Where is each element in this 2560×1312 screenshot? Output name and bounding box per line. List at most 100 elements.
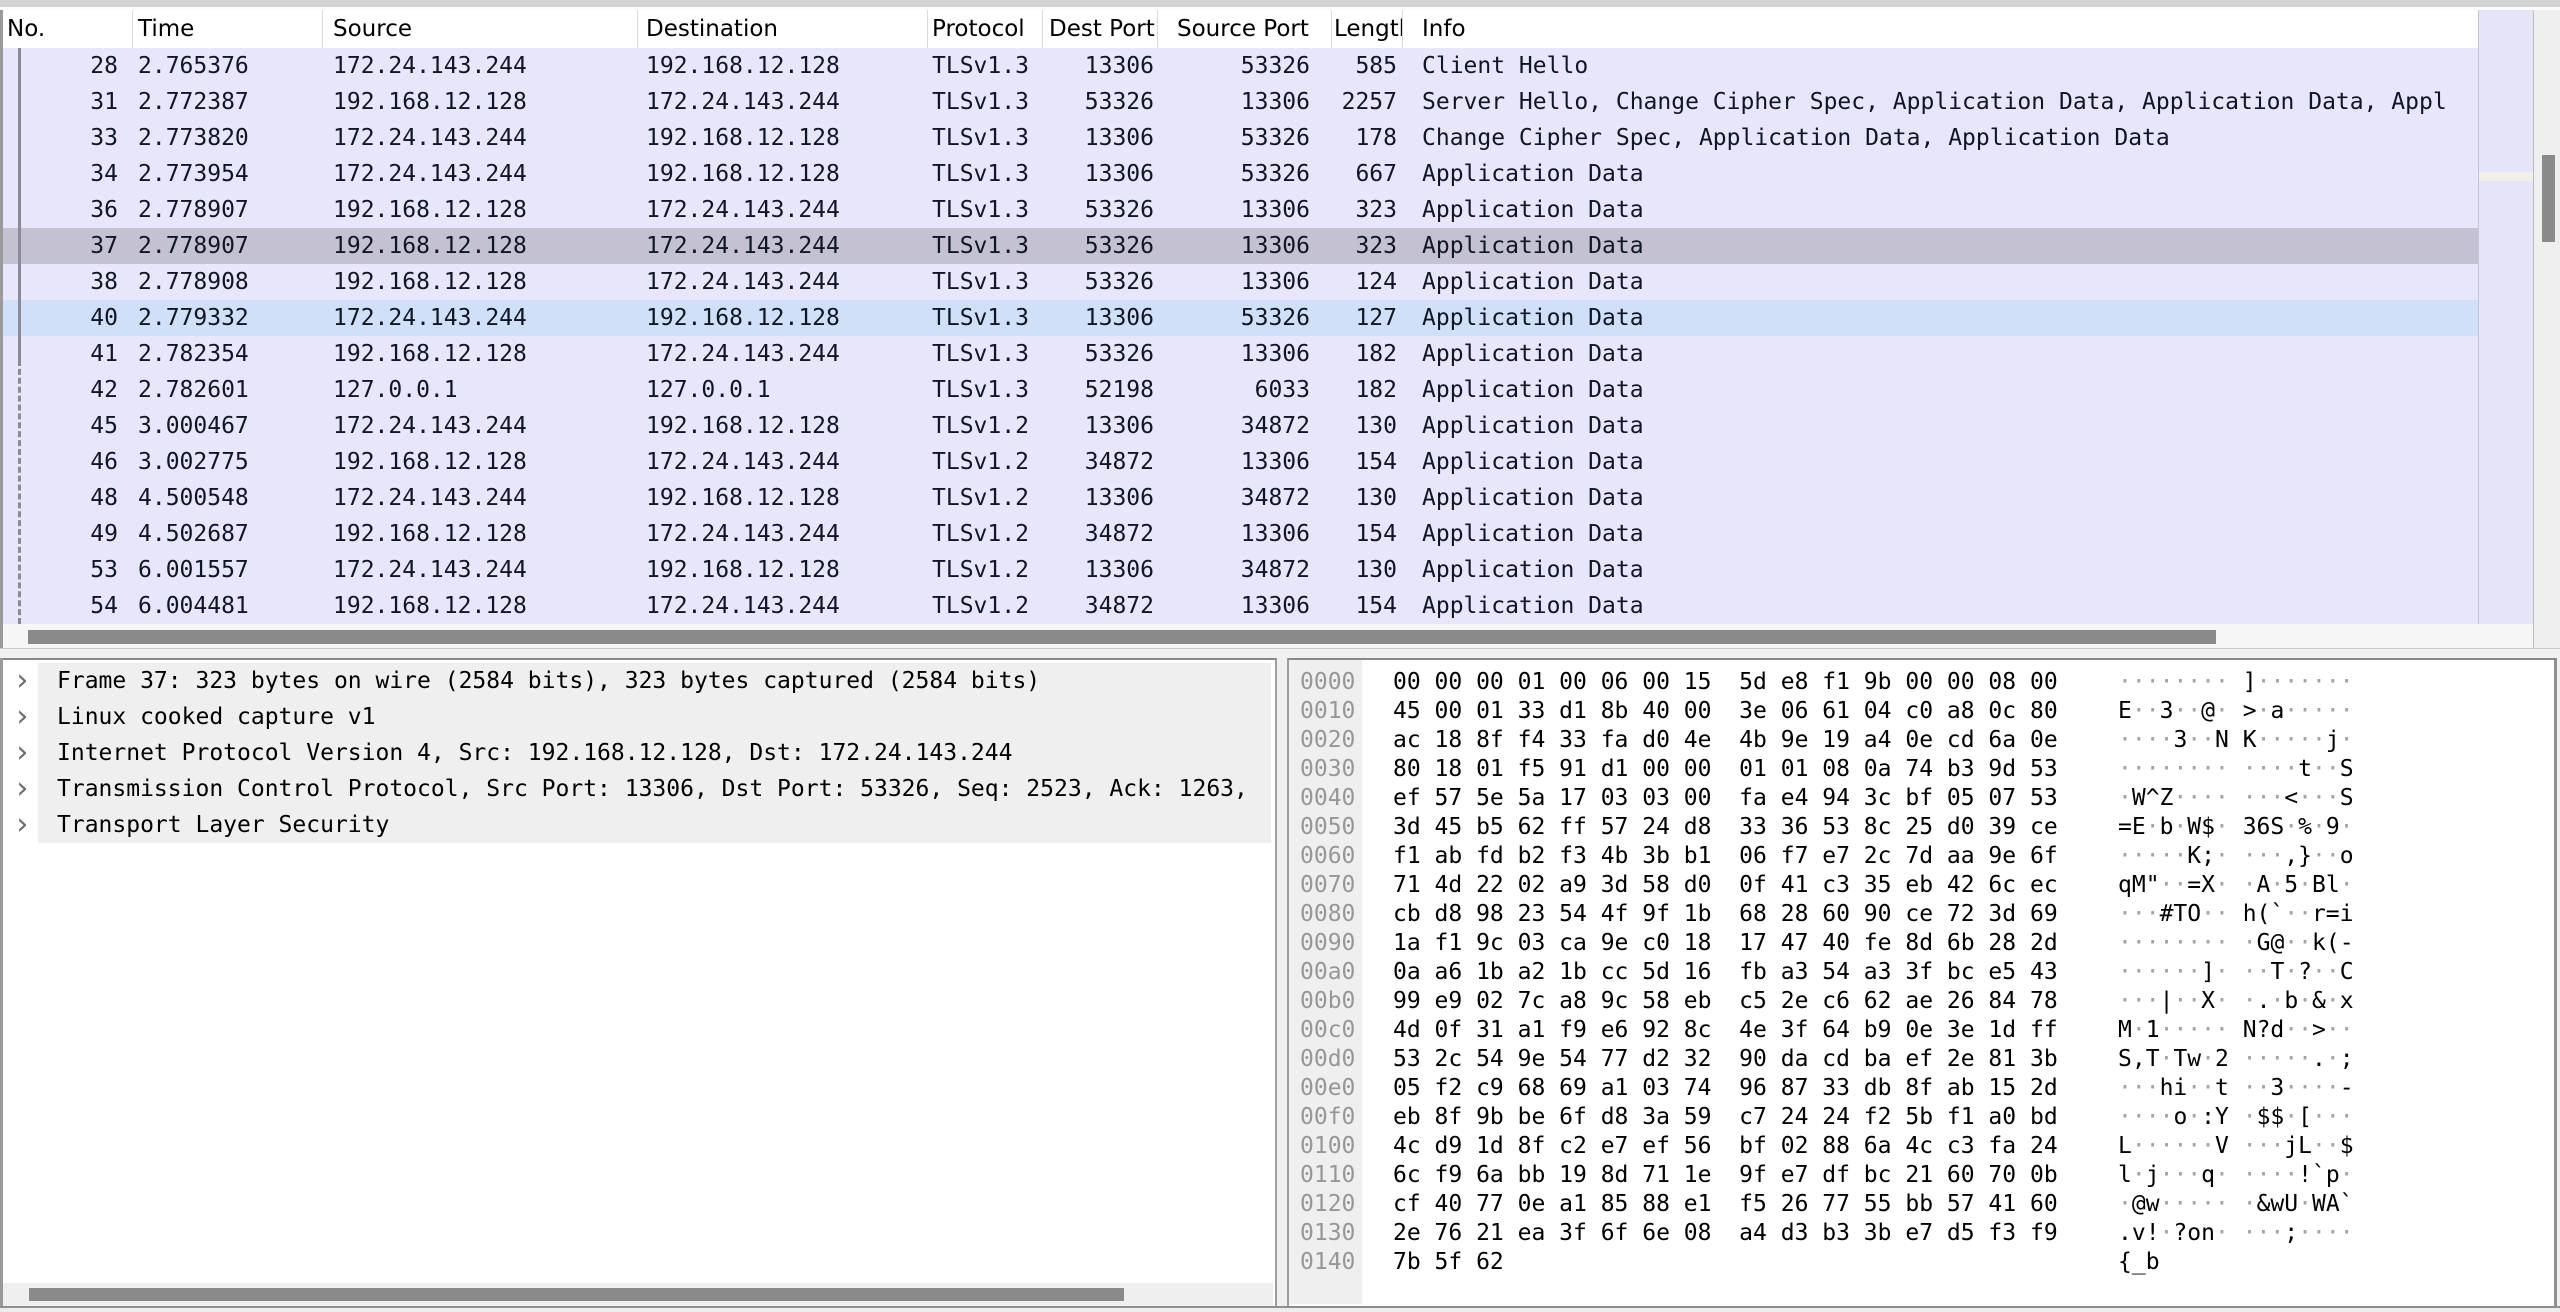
pane-splitter-horizontal[interactable] bbox=[0, 648, 2560, 658]
cell-destination: 172.24.143.244 bbox=[638, 516, 928, 552]
chevron-right-icon[interactable]: › bbox=[3, 699, 38, 735]
hex-dump-row[interactable]: 00c0 4d 0f 31 a1 f9 e6 92 8c 4e 3f 64 b9… bbox=[1289, 1016, 2554, 1045]
details-scrollbar-thumb[interactable] bbox=[29, 1288, 1124, 1301]
cell-dest-port: 13306 bbox=[1043, 120, 1158, 156]
cell-time: 2.782601 bbox=[133, 372, 323, 408]
cell-length: 323 bbox=[1332, 192, 1403, 228]
packet-row[interactable]: 49 4.502687 192.168.12.128 172.24.143.24… bbox=[3, 516, 2478, 552]
packet-row[interactable]: 37 2.778907 192.168.12.128 172.24.143.24… bbox=[3, 228, 2478, 264]
detail-row-label: Linux cooked capture v1 bbox=[38, 699, 1271, 735]
cell-source: 127.0.0.1 bbox=[323, 372, 638, 408]
detail-tree-row[interactable]: › Linux cooked capture v1 bbox=[3, 699, 1275, 735]
packet-row[interactable]: 34 2.773954 172.24.143.244 192.168.12.12… bbox=[3, 156, 2478, 192]
column-header-protocol[interactable]: Protocol bbox=[928, 10, 1043, 48]
packet-list-horizontal-scrollbar[interactable] bbox=[3, 624, 2533, 648]
detail-tree-row[interactable]: › Internet Protocol Version 4, Src: 192.… bbox=[3, 735, 1275, 771]
hex-dump-row[interactable]: 0120 cf 40 77 0e a1 85 88 e1 f5 26 77 55… bbox=[1289, 1190, 2554, 1219]
cell-source-port: 53326 bbox=[1158, 48, 1332, 84]
hex-dump-row[interactable]: 0130 2e 76 21 ea 3f 6f 6e 08 a4 d3 b3 3b… bbox=[1289, 1219, 2554, 1248]
hex-dump-row[interactable]: 0020 ac 18 8f f4 33 fa d0 4e 4b 9e 19 a4… bbox=[1289, 726, 2554, 755]
packet-row[interactable]: 42 2.782601 127.0.0.1 127.0.0.1 TLSv1.3 … bbox=[3, 372, 2478, 408]
cell-time: 2.778907 bbox=[133, 192, 323, 228]
hex-bytes: 4c d9 1d 8f c2 e7 ef 56 bf 02 88 6a 4c c… bbox=[1393, 1132, 2058, 1161]
hex-dump-row[interactable]: 0110 6c f9 6a bb 19 8d 71 1e 9f e7 df bc… bbox=[1289, 1161, 2554, 1190]
packet-row[interactable]: 38 2.778908 192.168.12.128 172.24.143.24… bbox=[3, 264, 2478, 300]
hex-dump-row[interactable]: 00d0 53 2c 54 9e 54 77 d2 32 90 da cd ba… bbox=[1289, 1045, 2554, 1074]
hex-dump-row[interactable]: 0000 00 00 00 01 00 06 00 15 5d e8 f1 9b… bbox=[1289, 668, 2554, 697]
column-header-no[interactable]: No. bbox=[3, 10, 133, 48]
chevron-right-icon[interactable]: › bbox=[3, 663, 38, 699]
hex-dump-row[interactable]: 0100 4c d9 1d 8f c2 e7 ef 56 bf 02 88 6a… bbox=[1289, 1132, 2554, 1161]
intelligent-scrollbar-minimap[interactable] bbox=[2478, 10, 2533, 624]
packet-row[interactable]: 40 2.779332 172.24.143.244 192.168.12.12… bbox=[3, 300, 2478, 336]
pane-splitter-vertical[interactable] bbox=[1277, 658, 1287, 1306]
packet-row[interactable]: 33 2.773820 172.24.143.244 192.168.12.12… bbox=[3, 120, 2478, 156]
hex-dump-row[interactable]: 00b0 99 e9 02 7c a8 9c 58 eb c5 2e c6 62… bbox=[1289, 987, 2554, 1016]
vertical-scrollbar-thumb[interactable] bbox=[2542, 155, 2555, 242]
hex-dump-row[interactable]: 00e0 05 f2 c9 68 69 a1 03 74 96 87 33 db… bbox=[1289, 1074, 2554, 1103]
column-header-destination[interactable]: Destination bbox=[638, 10, 928, 48]
hex-dump-row[interactable]: 0030 80 18 01 f5 91 d1 00 00 01 01 08 0a… bbox=[1289, 755, 2554, 784]
detail-tree-row[interactable]: › Transport Layer Security bbox=[3, 807, 1275, 843]
detail-tree-row[interactable]: › Frame 37: 323 bytes on wire (2584 bits… bbox=[3, 663, 1275, 699]
column-header-source[interactable]: Source bbox=[323, 10, 638, 48]
hex-dump-row[interactable]: 0050 3d 45 b5 62 ff 57 24 d8 33 36 53 8c… bbox=[1289, 813, 2554, 842]
hex-dump-row[interactable]: 0040 ef 57 5e 5a 17 03 03 00 fa e4 94 3c… bbox=[1289, 784, 2554, 813]
hex-dump-row[interactable]: 0080 cb d8 98 23 54 4f 9f 1b 68 28 60 90… bbox=[1289, 900, 2554, 929]
hex-dump-row[interactable]: 0070 71 4d 22 02 a9 3d 58 d0 0f 41 c3 35… bbox=[1289, 871, 2554, 900]
cell-time: 4.500548 bbox=[133, 480, 323, 516]
hex-offset: 0110 bbox=[1289, 1161, 1362, 1190]
cell-length: 154 bbox=[1332, 516, 1403, 552]
cell-no: 28 bbox=[3, 48, 133, 84]
cell-destination: 192.168.12.128 bbox=[638, 408, 928, 444]
column-header-info[interactable]: Info bbox=[1403, 10, 2478, 48]
hex-dump-row[interactable]: 0140 7b 5f 62 {_b bbox=[1289, 1248, 2554, 1277]
packet-list-vertical-scrollbar[interactable] bbox=[2533, 10, 2560, 648]
cell-protocol: TLSv1.3 bbox=[928, 84, 1043, 120]
hex-bytes: 71 4d 22 02 a9 3d 58 d0 0f 41 c3 35 eb 4… bbox=[1393, 871, 2058, 900]
hex-ascii: L······V ···jL··$ bbox=[2118, 1132, 2354, 1161]
packet-row[interactable]: 36 2.778907 192.168.12.128 172.24.143.24… bbox=[3, 192, 2478, 228]
hex-bytes: 3d 45 b5 62 ff 57 24 d8 33 36 53 8c 25 d… bbox=[1393, 813, 2058, 842]
column-header-time[interactable]: Time bbox=[133, 10, 323, 48]
column-header-length[interactable]: Length bbox=[1332, 10, 1403, 48]
hex-ascii: ········ ····t··S bbox=[2118, 755, 2354, 784]
hex-dump-row[interactable]: 0090 1a f1 9c 03 ca 9e c0 18 17 47 40 fe… bbox=[1289, 929, 2554, 958]
packet-row[interactable]: 31 2.772387 192.168.12.128 172.24.143.24… bbox=[3, 84, 2478, 120]
horizontal-scrollbar-thumb[interactable] bbox=[28, 630, 2216, 644]
packet-row[interactable]: 41 2.782354 192.168.12.128 172.24.143.24… bbox=[3, 336, 2478, 372]
hex-dump-row[interactable]: 0060 f1 ab fd b2 f3 4b 3b b1 06 f7 e7 2c… bbox=[1289, 842, 2554, 871]
packet-row[interactable]: 45 3.000467 172.24.143.244 192.168.12.12… bbox=[3, 408, 2478, 444]
cell-protocol: TLSv1.2 bbox=[928, 480, 1043, 516]
cell-no: 40 bbox=[3, 300, 133, 336]
cell-no: 37 bbox=[3, 228, 133, 264]
chevron-right-icon[interactable]: › bbox=[3, 735, 38, 771]
packet-row[interactable]: 53 6.001557 172.24.143.244 192.168.12.12… bbox=[3, 552, 2478, 588]
column-header-dest-port[interactable]: Dest Port bbox=[1043, 10, 1158, 48]
hex-offset: 0060 bbox=[1289, 842, 1362, 871]
packet-row[interactable]: 46 3.002775 192.168.12.128 172.24.143.24… bbox=[3, 444, 2478, 480]
column-header-source-port[interactable]: Source Port bbox=[1158, 10, 1332, 48]
cell-destination: 192.168.12.128 bbox=[638, 120, 928, 156]
cell-source: 192.168.12.128 bbox=[323, 588, 638, 624]
packet-list-header: No. Time Source Destination Protocol Des… bbox=[3, 10, 2478, 48]
hex-dump-row[interactable]: 00a0 0a a6 1b a2 1b cc 5d 16 fb a3 54 a3… bbox=[1289, 958, 2554, 987]
packet-row[interactable]: 48 4.500548 172.24.143.244 192.168.12.12… bbox=[3, 480, 2478, 516]
cell-source: 192.168.12.128 bbox=[323, 516, 638, 552]
cell-length: 323 bbox=[1332, 228, 1403, 264]
chevron-right-icon[interactable]: › bbox=[3, 807, 38, 843]
cell-length: 585 bbox=[1332, 48, 1403, 84]
packet-row[interactable]: 54 6.004481 192.168.12.128 172.24.143.24… bbox=[3, 588, 2478, 624]
hex-bytes: 99 e9 02 7c a8 9c 58 eb c5 2e c6 62 ae 2… bbox=[1393, 987, 2058, 1016]
chevron-right-icon[interactable]: › bbox=[3, 771, 38, 807]
details-horizontal-scrollbar[interactable] bbox=[3, 1283, 1273, 1306]
cell-protocol: TLSv1.2 bbox=[928, 588, 1043, 624]
cell-time: 6.001557 bbox=[133, 552, 323, 588]
hex-dump-row[interactable]: 0010 45 00 01 33 d1 8b 40 00 3e 06 61 04… bbox=[1289, 697, 2554, 726]
detail-tree-row[interactable]: › Transmission Control Protocol, Src Por… bbox=[3, 771, 1275, 807]
cell-info: Application Data bbox=[1403, 264, 2478, 300]
cell-source-port: 13306 bbox=[1158, 336, 1332, 372]
hex-dump-row[interactable]: 00f0 eb 8f 9b be 6f d8 3a 59 c7 24 24 f2… bbox=[1289, 1103, 2554, 1132]
hex-ascii: l·j···q· ····!`p· bbox=[2118, 1161, 2354, 1190]
packet-row[interactable]: 28 2.765376 172.24.143.244 192.168.12.12… bbox=[3, 48, 2478, 84]
